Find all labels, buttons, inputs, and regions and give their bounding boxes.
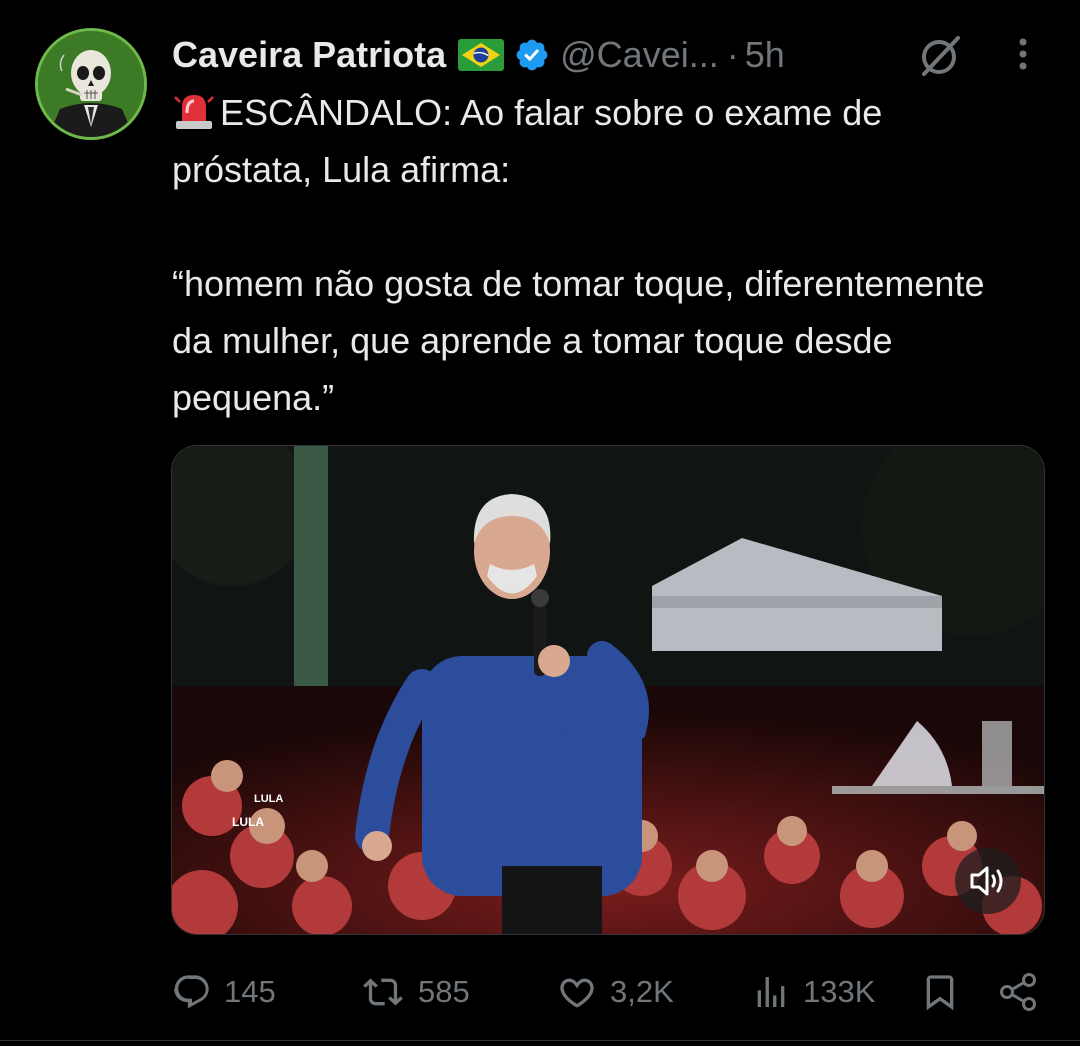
mute-button[interactable] [955, 848, 1021, 914]
like-count: 3,2K [610, 974, 674, 1009]
bookmark-icon [926, 975, 954, 1011]
reply-count: 145 [224, 974, 276, 1009]
siren-icon [172, 90, 216, 130]
reply-button[interactable]: 145 [172, 962, 276, 1022]
separator-dot: · [726, 34, 739, 75]
more-options-icon[interactable] [1008, 36, 1038, 76]
tweet-headline: ESCÂNDALO: Ao falar sobre o exame de pró… [172, 84, 1032, 198]
retweet-icon [363, 978, 403, 1006]
avatar[interactable] [35, 28, 147, 140]
brazil-flag-icon [458, 39, 505, 71]
share-button[interactable] [998, 962, 1052, 1022]
bookmark-button[interactable] [920, 962, 972, 1022]
tweet-card[interactable]: Caveira Patriota @Cavei... · 5h ESCÂNDAL… [0, 0, 1080, 1046]
volume-icon [970, 866, 1003, 896]
timestamp[interactable]: 5h [745, 34, 785, 76]
tweet-quote: “homem não gosta de tomar toque, diferen… [172, 263, 985, 418]
like-button[interactable]: 3,2K [556, 962, 674, 1022]
tweet-video[interactable]: LULA LULA [171, 445, 1045, 935]
retweet-button[interactable]: 585 [360, 962, 470, 1022]
verified-badge-icon[interactable] [514, 37, 550, 73]
reply-icon [174, 975, 209, 1009]
cap-text-2: LULA [254, 793, 283, 805]
views-icon [757, 977, 785, 1007]
tweet-text: ESCÂNDALO: Ao falar sobre o exame de pró… [172, 84, 1032, 426]
author-handle[interactable]: @Cavei... [560, 34, 719, 76]
divider [0, 1040, 1080, 1041]
display-name[interactable]: Caveira Patriota [172, 34, 446, 76]
heart-icon [560, 978, 594, 1008]
tweet-header: Caveira Patriota @Cavei... · 5h [172, 30, 785, 80]
tweet-line-1: ESCÂNDALO: Ao falar sobre o exame de pró… [172, 92, 883, 190]
grok-icon[interactable] [916, 32, 964, 80]
views-count: 133K [803, 974, 876, 1009]
cap-text: LULA [232, 815, 264, 829]
retweet-count: 585 [418, 974, 470, 1009]
action-bar: 145 585 3,2K 133K [0, 962, 1080, 1022]
views-button[interactable]: 133K [751, 962, 875, 1022]
share-icon [1000, 973, 1036, 1011]
